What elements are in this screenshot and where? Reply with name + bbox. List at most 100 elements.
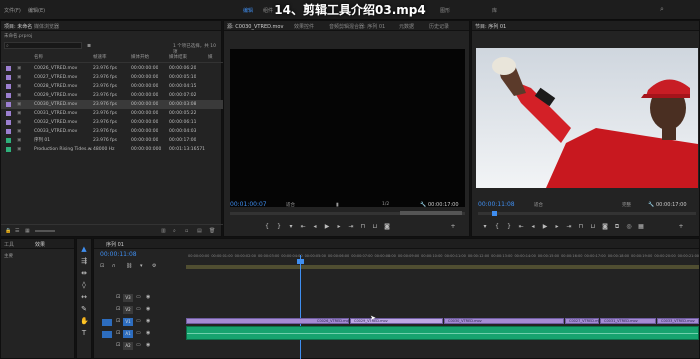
source-fit-select[interactable]: 适合 — [286, 202, 295, 208]
list-item[interactable]: ▣ C0030_VTRED.mov 23.976 fps 00:00:00:00 00:… — [1, 100, 223, 109]
insert-icon[interactable]: ⊓ — [360, 224, 366, 230]
find-icon[interactable]: ⌕ — [173, 228, 176, 234]
track-target[interactable]: A1 — [123, 330, 133, 338]
program-fit-select[interactable]: 适合 — [534, 202, 543, 208]
tab-history[interactable]: 历史记录 — [429, 23, 449, 30]
play-icon[interactable]: ▶ — [324, 224, 330, 230]
program-timecode[interactable]: 00:00:11:08 — [478, 201, 515, 208]
label-color-swatch[interactable] — [6, 66, 11, 71]
lock-icon[interactable]: ⊡ — [116, 294, 120, 300]
source-viewer[interactable] — [230, 49, 465, 207]
col-end[interactable]: 媒体结束 — [169, 54, 187, 60]
time-ruler[interactable]: 00:00:00:00 00:00:01:00 00:00:02:00 00:00:0… — [186, 251, 699, 269]
lock-icon[interactable]: ⊡ — [116, 330, 120, 336]
export-frame-icon[interactable]: ◙ — [602, 224, 608, 230]
timeline-clip[interactable]: C0029_VTRED.mov — [350, 318, 443, 324]
playhead-handle[interactable] — [297, 259, 304, 264]
lock-icon[interactable]: ⊡ — [116, 306, 120, 312]
go-in-icon[interactable]: ⇤ — [300, 224, 306, 230]
track-target[interactable]: A2 — [123, 342, 133, 350]
add-button-icon[interactable]: + — [678, 224, 684, 230]
timeline-clip[interactable]: C0031_VTRED.mov — [600, 318, 656, 324]
label-color-swatch[interactable] — [6, 111, 11, 116]
track-target[interactable]: V1 — [123, 318, 133, 326]
lock-icon[interactable]: ⊡ — [116, 318, 120, 324]
eye-icon[interactable]: ◉ — [146, 294, 150, 300]
ripple-edit-icon[interactable]: ⇹ — [80, 269, 88, 277]
tab-program[interactable]: 节目: 序列 01 — [475, 23, 506, 30]
work-area-bar[interactable] — [186, 265, 699, 269]
track-header[interactable]: ⊡ A1 ▭ ◉ — [94, 330, 184, 340]
program-playhead[interactable] — [492, 211, 497, 216]
source-timecode[interactable]: 00:01:00:07 — [230, 201, 267, 208]
tab-source[interactable]: 源: C0030_VTRED.mov — [227, 23, 283, 30]
list-item[interactable]: ▣ C0031_VTRED.mov 23.976 fps 00:00:00:00 00:… — [1, 109, 223, 118]
audio-clip[interactable] — [186, 326, 699, 340]
list-item[interactable]: ▣ C0029_VTRED.mov 23.976 fps 00:00:00:00 00:… — [1, 91, 223, 100]
tab-effect-controls[interactable]: 效果控件 — [294, 23, 314, 30]
timeline-clip[interactable]: C0033_VTRED.mov — [657, 318, 699, 324]
trash-icon[interactable]: 🗑 — [209, 228, 215, 234]
label-color-swatch[interactable] — [6, 102, 11, 107]
source-scrubber[interactable] — [230, 211, 465, 215]
track-header[interactable]: ⊡ V1 ▭ ◉ — [94, 318, 184, 328]
track-select-icon[interactable]: ⇶ — [80, 257, 88, 265]
label-color-swatch[interactable] — [6, 129, 11, 134]
col-media[interactable]: 媒 — [208, 54, 213, 60]
list-item[interactable]: ▣ C0026_VTRED.mov 23.976 fps 00:00:00:00 00:… — [1, 64, 223, 73]
timeline-clip[interactable]: C0030_VTRED.mov — [444, 318, 564, 324]
tab-sequence[interactable]: 序列 01 — [106, 241, 124, 248]
step-forward-icon[interactable]: ▸ — [336, 224, 342, 230]
list-item[interactable]: ▣ 序列 01 23.976 fps 00:00:00:00 00:00:17:00 — [1, 136, 223, 145]
label-color-swatch[interactable] — [6, 120, 11, 125]
linked-selection-icon[interactable]: ⛓ — [126, 263, 132, 269]
list-item[interactable]: ▣ C0028_VTRED.mov 23.976 fps 00:00:00:00 00:… — [1, 82, 223, 91]
razor-icon[interactable]: ◊ — [80, 281, 88, 289]
tab-audio-mixer[interactable]: 音频剪辑混合器: 序列 01 — [329, 23, 385, 30]
tab-metadata[interactable]: 元数据 — [399, 23, 414, 30]
col-name[interactable]: 名称 — [34, 54, 43, 60]
go-out-icon[interactable]: ⇥ — [566, 224, 572, 230]
program-viewer[interactable] — [476, 48, 698, 188]
multicam-icon[interactable]: ▦ — [638, 224, 644, 230]
list-view-icon[interactable]: ☰ — [15, 228, 19, 234]
tab-project[interactable]: 项目: 未命名 — [4, 23, 32, 30]
source-patch[interactable] — [102, 319, 112, 326]
eye-icon[interactable]: ◉ — [146, 318, 150, 324]
lift-icon[interactable]: ⊓ — [578, 224, 584, 230]
step-forward-icon[interactable]: ▸ — [554, 224, 560, 230]
compare-icon[interactable]: ⧉ — [614, 224, 620, 230]
list-item[interactable]: ▣ C0032_VTRED.mov 23.976 fps 00:00:00:00 00:… — [1, 118, 223, 127]
new-item-button[interactable]: ▤ — [197, 228, 202, 234]
track-header[interactable]: ⊡ V3 ▭ ◉ — [94, 294, 184, 304]
zoom-slider[interactable] — [35, 230, 55, 232]
mark-in-icon[interactable]: { — [494, 224, 500, 230]
new-bin-icon[interactable]: ▪ — [87, 42, 91, 49]
add-marker-icon[interactable]: ▾ — [140, 263, 143, 269]
wrench-icon[interactable]: 🔧 — [648, 202, 654, 208]
go-in-icon[interactable]: ⇤ — [518, 224, 524, 230]
sync-lock-icon[interactable]: ▭ — [136, 330, 141, 336]
program-resolution[interactable]: 完整 — [622, 202, 631, 208]
search-field[interactable]: ⌕ — [4, 42, 82, 49]
type-icon[interactable]: T — [80, 329, 88, 337]
timeline-clip[interactable]: C0027_VTRED.mov — [565, 318, 603, 324]
eye-icon[interactable]: ◉ — [146, 306, 150, 312]
extract-icon[interactable]: ⊔ — [590, 224, 596, 230]
play-icon[interactable]: ▶ — [542, 224, 548, 230]
pen-icon[interactable]: ✎ — [80, 305, 88, 313]
list-item[interactable]: ▣ C0027_VTRED.mov 23.976 fps 00:00:00:00 00:… — [1, 73, 223, 82]
marker-icon[interactable]: ▾ — [482, 224, 488, 230]
step-back-icon[interactable]: ◂ — [530, 224, 536, 230]
mark-out-icon[interactable]: } — [276, 224, 282, 230]
timeline-timecode[interactable]: 00:00:11:08 — [100, 251, 137, 258]
settings-icon[interactable]: ▮ — [336, 202, 339, 208]
col-fps[interactable]: 帧速率 — [93, 54, 107, 60]
playhead-line[interactable] — [300, 255, 301, 359]
eye-icon[interactable]: ◉ — [146, 342, 150, 348]
lock-icon[interactable]: ⊡ — [116, 342, 120, 348]
track-target[interactable]: V3 — [123, 294, 133, 302]
eye-icon[interactable]: ◉ — [146, 330, 150, 336]
sync-lock-icon[interactable]: ▭ — [136, 342, 141, 348]
sync-lock-icon[interactable]: ▭ — [136, 294, 141, 300]
